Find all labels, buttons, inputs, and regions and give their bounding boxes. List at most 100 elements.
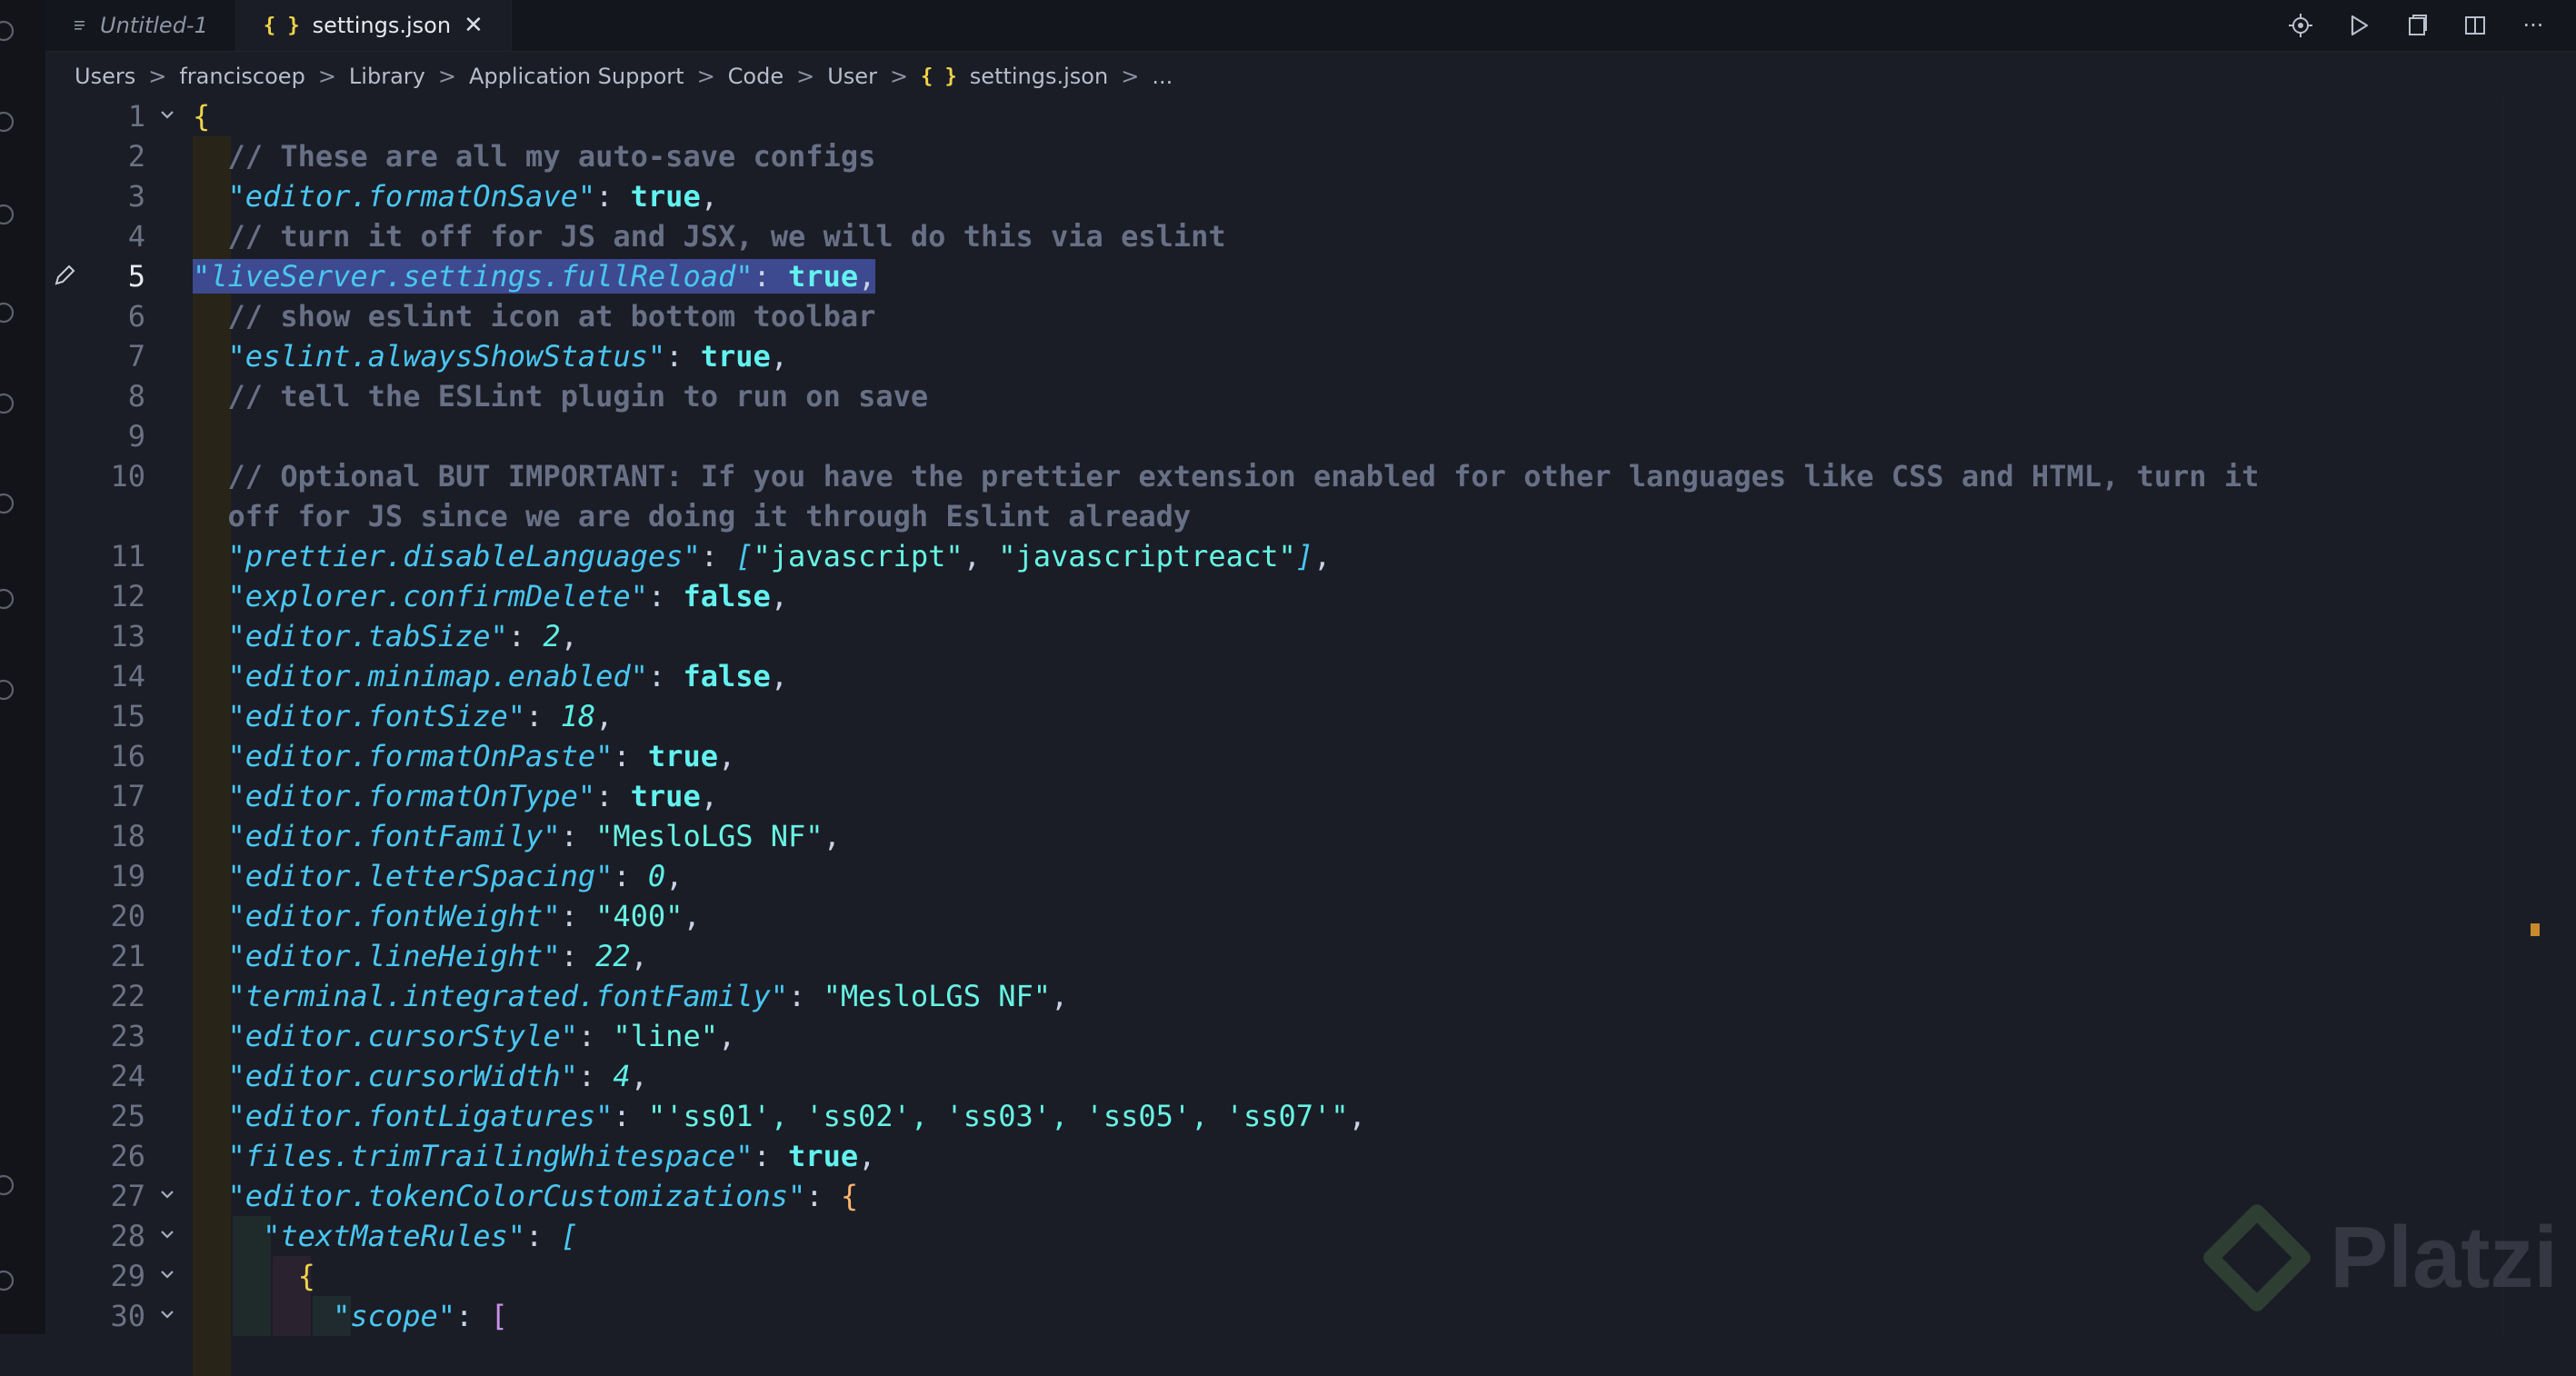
code-line[interactable]: "explorer.confirmDelete": false, (193, 576, 789, 616)
code-line[interactable]: "editor.letterSpacing": 0, (193, 856, 684, 896)
share-icon[interactable] (0, 677, 20, 703)
code-line[interactable]: "textMateRules": [ (193, 1216, 578, 1256)
more-actions-icon[interactable]: ··· (2518, 10, 2549, 41)
gutter-line: 4 (45, 216, 191, 256)
code-line[interactable]: "editor.minimap.enabled": false, (193, 656, 789, 696)
line-number: 24 (110, 1059, 145, 1093)
breadcrumb-item[interactable]: Code (728, 64, 784, 89)
gutter-line: 24 (45, 1056, 191, 1096)
gutter-line: 19 (45, 856, 191, 896)
code-line[interactable]: "files.trimTrailingWhitespace": true, (193, 1136, 876, 1176)
settings-gear-icon[interactable] (0, 1268, 20, 1293)
code-line[interactable]: "terminal.integrated.fontFamily": "Meslo… (193, 976, 1069, 1016)
breadcrumb: Users > franciscoep > Library > Application Su… (75, 58, 1173, 95)
line-number: 8 (127, 379, 145, 414)
line-number: 10 (110, 459, 145, 494)
code-line[interactable]: { (193, 96, 210, 136)
line-number: 30 (110, 1299, 145, 1333)
code-line[interactable]: // Optional BUT IMPORTANT: If you have t… (193, 456, 2260, 496)
code-line[interactable]: "editor.tabSize": 2, (193, 616, 578, 656)
line-number: 26 (110, 1139, 145, 1173)
code-line[interactable]: "editor.fontLigatures": "'ss01', 'ss02',… (193, 1096, 1366, 1136)
platzi-logo-icon (2203, 1204, 2311, 1311)
code-line[interactable]: "scope": [ (193, 1296, 508, 1336)
code-line[interactable]: "editor.fontSize": 18, (193, 696, 614, 736)
code-line[interactable]: "prettier.disableLanguages": ["javascrip… (193, 536, 1332, 576)
scroll-marker (2531, 923, 2540, 936)
gutter-line: 20 (45, 896, 191, 936)
fold-chevron-icon[interactable] (158, 105, 178, 125)
breadcrumb-item[interactable]: Users (75, 64, 135, 89)
run-icon[interactable] (2343, 10, 2374, 41)
line-number: 15 (110, 699, 145, 733)
code-line[interactable]: // show eslint icon at bottom toolbar (193, 296, 876, 336)
gutter-line: 5 (45, 256, 191, 296)
code-line[interactable]: "editor.formatOnSave": true, (193, 176, 718, 216)
gutter-line: 6 (45, 296, 191, 336)
breadcrumb-item[interactable]: settings.json (970, 64, 1108, 89)
breadcrumb-item[interactable]: User (827, 64, 877, 89)
run-debug-icon[interactable] (0, 300, 20, 325)
code-line[interactable]: "editor.fontWeight": "400", (193, 896, 701, 936)
breadcrumb-separator: > (317, 64, 336, 89)
menu-lines-icon (73, 13, 87, 38)
breadcrumb-item[interactable]: Library (349, 64, 425, 89)
line-number: 19 (110, 859, 145, 893)
gutter-line (45, 496, 191, 536)
gutter-line: 9 (45, 416, 191, 456)
breadcrumb-item[interactable]: ... (1152, 64, 1173, 89)
fold-chevron-icon[interactable] (158, 1305, 178, 1325)
code-line[interactable]: "editor.cursorWidth": 4, (193, 1056, 648, 1096)
gutter-line: 2 (45, 136, 191, 176)
gutter-line: 1 (45, 96, 191, 136)
fold-chevron-icon[interactable] (158, 1265, 178, 1285)
extensions-icon[interactable] (0, 391, 20, 416)
split-editor-icon[interactable] (2460, 10, 2491, 41)
code-line[interactable]: // tell the ESLint plugin to run on save (193, 376, 929, 416)
code-line[interactable]: { (193, 1256, 315, 1296)
tab-untitled-1[interactable]: Untitled-1 (45, 0, 236, 51)
close-icon[interactable]: ✕ (464, 12, 484, 39)
gutter-line: 17 (45, 776, 191, 816)
gutter-line: 7 (45, 336, 191, 376)
code-line[interactable]: off for JS since we are doing it through… (193, 496, 1192, 536)
line-number: 16 (110, 739, 145, 773)
gutter-line: 28 (45, 1216, 191, 1256)
code-line[interactable]: "editor.formatOnType": true, (193, 776, 718, 816)
vertical-scrollbar[interactable] (2502, 96, 2540, 1334)
tab-settings-json[interactable]: { } settings.json ✕ (235, 0, 512, 51)
line-number: 27 (110, 1179, 145, 1213)
fold-chevron-icon[interactable] (158, 1225, 178, 1245)
account-icon[interactable] (0, 1172, 20, 1198)
code-line[interactable]: "editor.fontFamily": "MesloLGS NF", (193, 816, 841, 856)
search-icon[interactable] (0, 109, 20, 135)
gutter-line: 11 (45, 536, 191, 576)
code-line[interactable]: "editor.tokenColorCustomizations": { (193, 1176, 859, 1216)
code-editor[interactable]: 1 {2 // These are all my auto-save config… (45, 96, 2540, 1376)
code-line[interactable]: "editor.formatOnPaste": true, (193, 736, 736, 776)
open-changes-icon[interactable] (2401, 10, 2432, 41)
code-line[interactable]: "liveServer.settings.fullReload": true, (193, 256, 876, 296)
breadcrumb-item[interactable]: franciscoep (179, 64, 305, 89)
docker-icon[interactable] (0, 586, 20, 612)
code-line[interactable]: // turn it off for JS and JSX, we will d… (193, 216, 1226, 256)
line-number: 29 (110, 1259, 145, 1293)
code-line[interactable]: "editor.lineHeight": 22, (193, 936, 648, 976)
breadcrumb-item[interactable]: Application Support (469, 64, 684, 89)
line-number: 21 (110, 939, 145, 973)
files-icon[interactable] (0, 18, 20, 44)
gutter-line: 3 (45, 176, 191, 216)
target-icon[interactable] (2285, 10, 2316, 41)
editor-actions: ··· (2285, 0, 2549, 51)
pencil-edit-icon[interactable] (51, 262, 80, 291)
remote-icon[interactable] (0, 491, 20, 516)
source-control-icon[interactable] (0, 202, 20, 227)
code-line[interactable]: "eslint.alwaysShowStatus": true, (193, 336, 789, 376)
gutter-line: 25 (45, 1096, 191, 1136)
line-number: 13 (110, 619, 145, 653)
fold-chevron-icon[interactable] (158, 1185, 178, 1205)
code-line[interactable]: // These are all my auto-save configs (193, 136, 876, 176)
line-number: 2 (127, 139, 145, 174)
line-number: 6 (127, 299, 145, 334)
code-line[interactable]: "editor.cursorStyle": "line", (193, 1016, 736, 1056)
